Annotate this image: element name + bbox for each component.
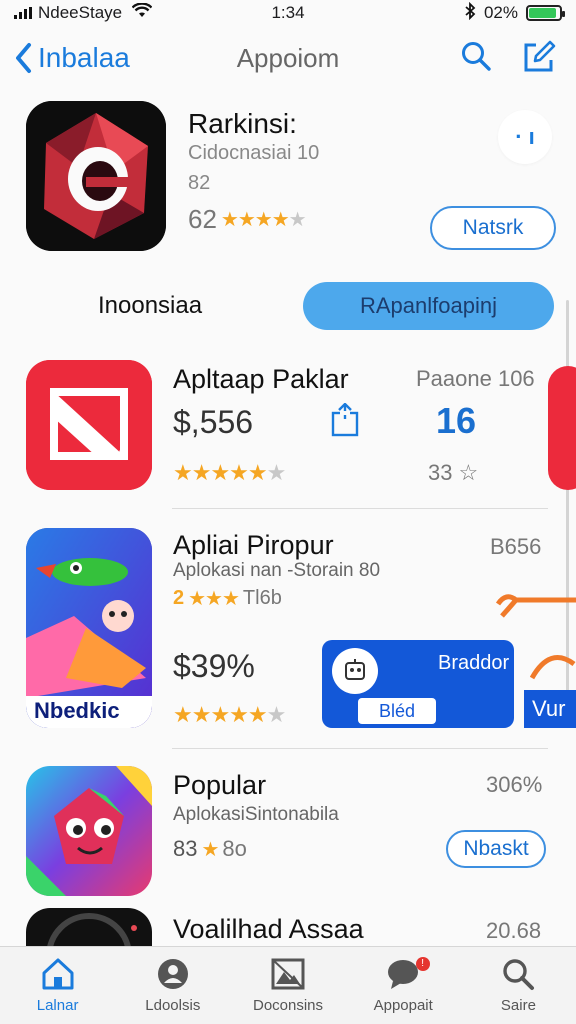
- search-icon: [503, 959, 535, 990]
- tab-label: Lalnar: [36, 997, 79, 1014]
- search-icon[interactable]: [460, 40, 492, 77]
- segment-label[interactable]: Inoonsiaa: [98, 292, 202, 320]
- star-outline-icon: ☆: [458, 460, 479, 485]
- wifi-icon: [131, 2, 153, 23]
- home-icon: [42, 958, 74, 990]
- share-icon[interactable]: [330, 402, 360, 442]
- back-label: Inbalaa: [38, 42, 130, 73]
- segment-active-button[interactable]: RApanlfoapinj: [303, 282, 554, 330]
- featured-app-number: 82: [188, 172, 211, 194]
- scroll-indicator: [566, 300, 569, 700]
- app-rating-note-2: Tl6b: [242, 587, 282, 609]
- featured-app-icon[interactable]: [26, 101, 166, 251]
- compose-icon[interactable]: [522, 40, 556, 79]
- battery-icon: [526, 5, 565, 21]
- app-subtitle-2: Aplokasi nan -Storain 80: [173, 560, 381, 581]
- app-review-count-1: 33: [428, 460, 453, 485]
- bluetooth-icon: [464, 1, 476, 25]
- decorative-swoosh-icon: [529, 650, 576, 685]
- battery-percent: 02%: [483, 3, 518, 22]
- app-subtitle-3: AplokasiSintonabila: [173, 804, 339, 825]
- tab-label: Saire: [500, 997, 536, 1014]
- status-bar: NdeeStaye 1:34 02%: [0, 0, 576, 26]
- app-rating-note-3: 8o: [222, 836, 247, 861]
- tab-label: Appopait: [373, 997, 433, 1014]
- tab-label: Ldoolsis: [145, 997, 201, 1014]
- row-divider: [172, 508, 548, 509]
- app-icon-4[interactable]: [26, 908, 152, 948]
- app-price-2: $39%: [173, 648, 255, 684]
- promo-card-title: Braddor: [438, 652, 510, 674]
- tab-bar: Lalnar Ldoolsis Doconsins ! Appopait Sai…: [0, 946, 576, 1024]
- app-title-3[interactable]: Popular: [173, 770, 266, 801]
- carrier-name: NdeeStaye: [38, 3, 123, 22]
- featured-app-subtitle: Cidocnasiai 10: [188, 142, 320, 164]
- tab-gallery[interactable]: Doconsins: [230, 947, 345, 1024]
- featured-get-button[interactable]: Natsrk: [430, 206, 556, 250]
- app-stars-2: ★★★★★★: [173, 702, 286, 727]
- tab-label: Doconsins: [252, 997, 324, 1014]
- cell-signal-icon: [14, 7, 32, 19]
- row-divider: [172, 748, 548, 749]
- decorative-arrow-icon: [495, 590, 576, 625]
- app-title-2[interactable]: Apliai Piropur: [173, 530, 334, 561]
- robot-icon: [332, 648, 378, 694]
- app-stars-1: ★★★★★★: [173, 460, 286, 485]
- person-circle-icon: [157, 959, 188, 989]
- tab-messages[interactable]: ! Appopait: [346, 947, 461, 1024]
- tab-home[interactable]: Lalnar: [0, 947, 115, 1024]
- app-right-top-3: 306%: [486, 772, 543, 797]
- navigation-bar: Inbalaa Appoiom: [0, 36, 576, 80]
- peek-card[interactable]: Vur: [524, 690, 576, 728]
- more-options-button[interactable]: · ı: [498, 110, 552, 164]
- app-rating-value-2: 2: [173, 587, 185, 609]
- notification-badge: !: [415, 957, 430, 971]
- rating-value: 62: [188, 204, 217, 234]
- featured-app-title[interactable]: Rarkinsi:: [188, 108, 297, 140]
- tab-search[interactable]: Saire: [461, 947, 576, 1024]
- app-right-top-1: Paaone 106: [416, 366, 535, 391]
- app-right-top-4: 20.68: [486, 918, 542, 943]
- chevron-left-icon: [16, 43, 31, 73]
- peek-app-icon-1[interactable]: [548, 366, 576, 490]
- image-icon: [271, 958, 305, 990]
- tab-profile[interactable]: Ldoolsis: [115, 947, 230, 1024]
- app-icon-2[interactable]: Nbedkic: [26, 528, 152, 728]
- app-icon-1[interactable]: N: [26, 360, 152, 490]
- star-rating-icon: ★: [201, 838, 219, 861]
- app-rating-value-3: 83: [173, 836, 198, 861]
- app-get-button-3[interactable]: Nbaskt: [446, 830, 546, 868]
- featured-app-rating: 62 ★★★★★: [188, 204, 307, 235]
- app-price-1: $,556: [173, 404, 254, 440]
- promo-card[interactable]: Braddor Bléd: [322, 640, 514, 728]
- app-title-1[interactable]: Apltaap Paklar: [173, 364, 349, 395]
- app-right-top-2: B656: [490, 534, 542, 559]
- promo-card-button[interactable]: Bléd: [358, 698, 436, 724]
- app-right-bottom-1: 33 ☆: [428, 460, 478, 486]
- app-rating-2: 2 ★★★ Tl6b: [173, 586, 282, 611]
- app-right-value-1: 16: [436, 400, 477, 441]
- app-title-4[interactable]: Voalilhad Assaa: [173, 914, 364, 945]
- app-icon-caption-2: Nbedkic: [34, 698, 120, 723]
- app-rating-3: 83 ★ 8o: [173, 836, 247, 862]
- back-button[interactable]: Inbalaa: [14, 42, 130, 74]
- app-icon-3[interactable]: [26, 766, 152, 896]
- star-rating-icon: ★★★: [188, 588, 240, 610]
- star-rating-icon: ★★★★★: [220, 209, 307, 231]
- svg-text:N: N: [112, 447, 122, 463]
